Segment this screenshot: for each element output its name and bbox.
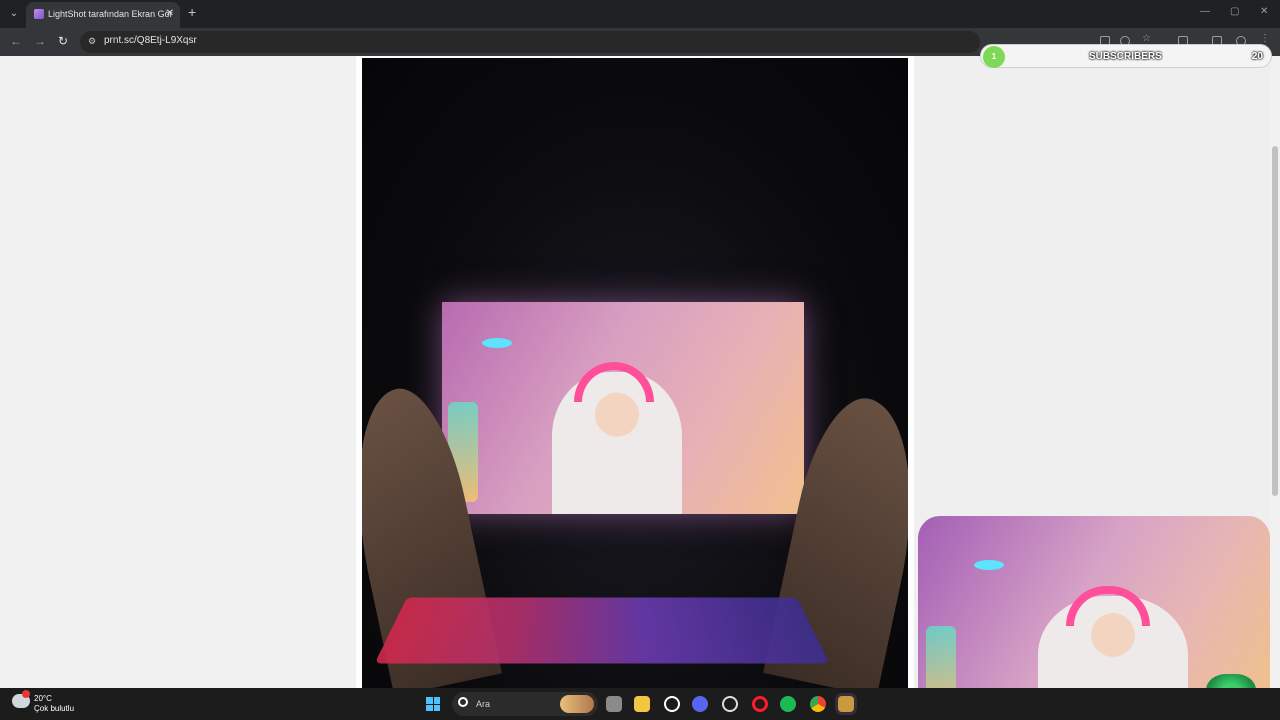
obs-icon[interactable] [722, 696, 738, 712]
bookmark-star-icon[interactable]: ☆ [1142, 33, 1152, 44]
subscriber-progress-indicator: 1 [983, 46, 1005, 68]
url-text[interactable]: prnt.sc/Q8Etj-L9Xqsr [104, 35, 197, 46]
steam-icon[interactable] [664, 696, 680, 712]
reload-icon[interactable]: ↻ [58, 34, 68, 48]
tab-title: LightShot tarafından Ekran Gör [48, 9, 173, 19]
close-window-icon[interactable]: ✕ [1260, 6, 1268, 17]
new-tab-button[interactable]: + [188, 4, 196, 20]
forward-icon[interactable]: → [34, 34, 46, 48]
lightshot-favicon-icon [34, 9, 44, 19]
spotify-icon[interactable] [780, 696, 796, 712]
opera-icon[interactable] [752, 696, 768, 712]
subscriber-goal-widget: 1 SUBSCRIBERS 20 [980, 44, 1272, 68]
lamp-image [974, 560, 1004, 570]
screenshot-image[interactable] [362, 58, 908, 688]
windows-start-icon[interactable] [426, 697, 440, 711]
monitor-image [442, 302, 804, 514]
site-info-icon[interactable]: ⚙ [88, 36, 98, 46]
temperature: 20°C [34, 694, 52, 703]
headphone-image [1066, 586, 1150, 626]
tab-bar: ⌄ LightShot tarafından Ekran Gör ✕ + — ▢… [0, 0, 1280, 28]
minimize-icon[interactable]: — [1200, 6, 1210, 17]
task-view-icon[interactable] [606, 696, 622, 712]
tab-close-icon[interactable]: ✕ [166, 2, 174, 26]
keyboard-image [374, 597, 830, 664]
maximize-icon[interactable]: ▢ [1230, 6, 1239, 17]
browser-tab[interactable]: LightShot tarafından Ekran Gör ✕ [26, 2, 180, 28]
search-placeholder: Ara [476, 699, 491, 709]
taskbar-search[interactable]: Ara [452, 692, 598, 716]
file-explorer-icon[interactable] [634, 696, 650, 712]
weather-description: Çok bulutlu [34, 704, 75, 713]
subscriber-label: SUBSCRIBERS [1089, 51, 1162, 62]
discord-icon[interactable] [692, 696, 708, 712]
weather-alert-icon [22, 690, 30, 698]
search-icon [458, 697, 468, 707]
subscriber-goal-count: 20 [1251, 51, 1263, 62]
league-client-icon[interactable] [838, 696, 854, 712]
chrome-icon[interactable] [810, 696, 826, 712]
tab-search-icon[interactable]: ⌄ [6, 6, 22, 22]
headphone-image [574, 362, 654, 402]
address-bar[interactable]: ⚙ prnt.sc/Q8Etj-L9Xqsr [80, 31, 980, 53]
page-background-left [0, 56, 356, 688]
menu-icon[interactable]: ⋮ [1260, 33, 1270, 44]
scrollbar[interactable] [1270, 56, 1280, 688]
search-highlight-image [560, 695, 594, 713]
back-icon[interactable]: ← [10, 34, 22, 48]
scroll-thumb[interactable] [1272, 146, 1278, 496]
lamp-image [482, 338, 512, 348]
taskbar: 20°C Çok bulutlu Ara [0, 688, 1280, 720]
